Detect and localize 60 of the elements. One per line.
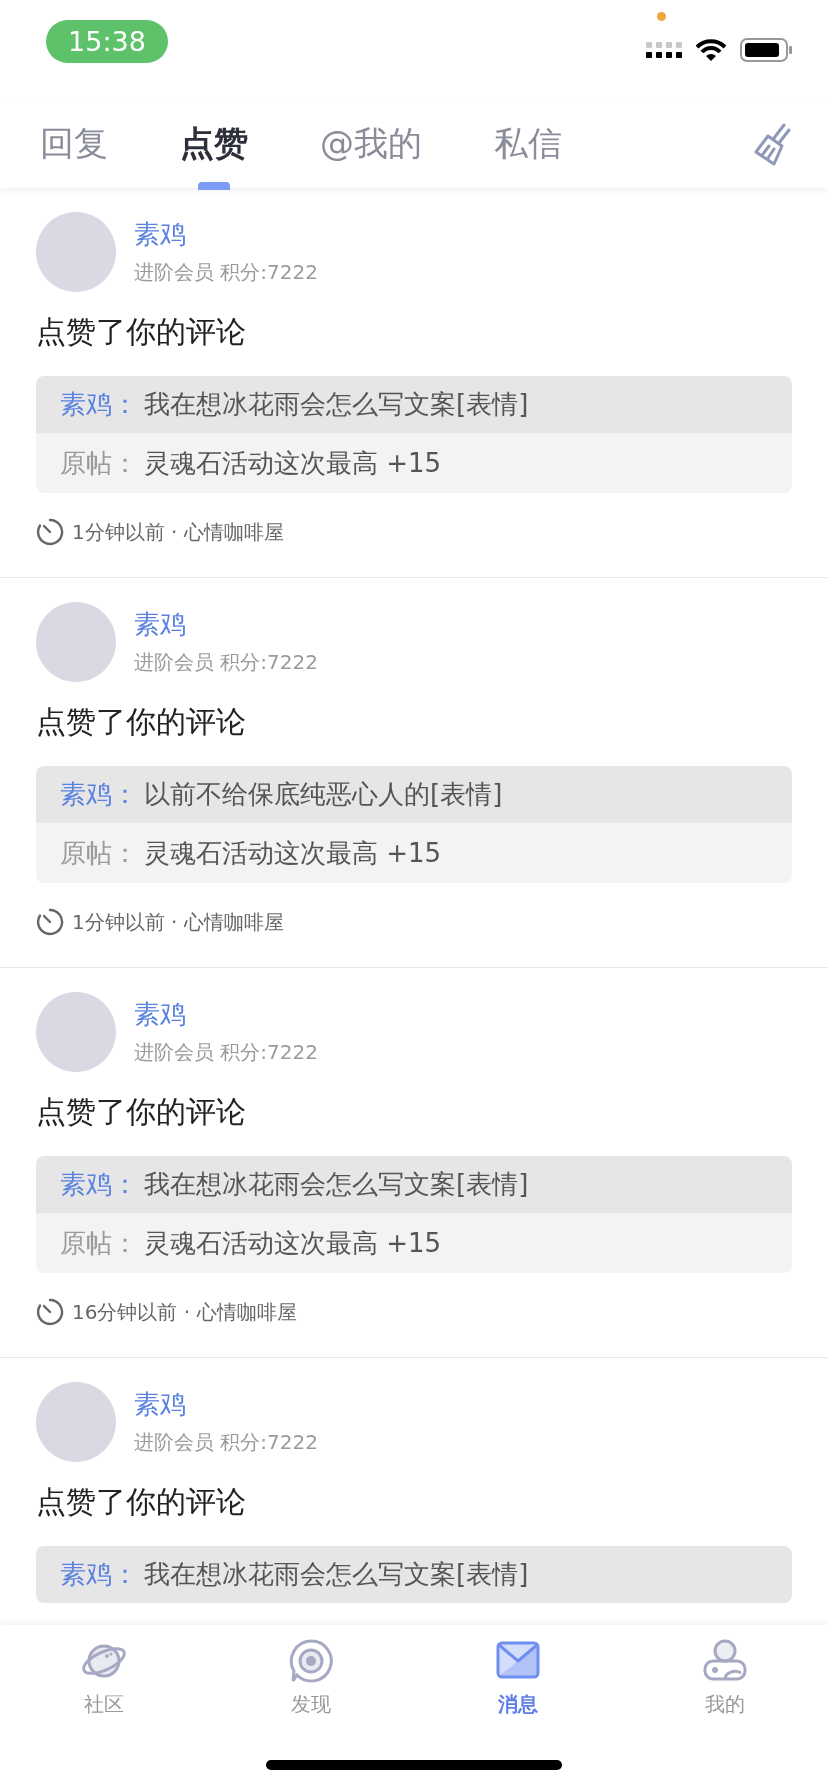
action-text: 点赞了你的评论 <box>36 313 247 351</box>
battery-icon <box>740 38 792 62</box>
tab[interactable]: @我的 <box>308 100 434 188</box>
clear-broom-button[interactable] <box>752 122 792 166</box>
original-post-label: 原帖： <box>60 836 138 870</box>
tab[interactable]: 点赞 <box>168 100 260 188</box>
avatar[interactable] <box>36 1382 116 1462</box>
username[interactable]: 素鸡 <box>134 997 318 1031</box>
username[interactable]: 素鸡 <box>134 1387 318 1421</box>
clock-icon <box>36 518 64 546</box>
member-info: 进阶会员 积分:7222 <box>134 649 318 676</box>
original-post-label: 原帖： <box>60 446 138 480</box>
member-info: 进阶会员 积分:7222 <box>134 259 318 286</box>
comment-author: 素鸡： <box>60 388 138 421</box>
comment-author: 素鸡： <box>60 1168 138 1201</box>
comment-author: 素鸡： <box>60 778 138 811</box>
avatar[interactable] <box>36 992 116 1072</box>
original-post-label: 原帖： <box>60 1226 138 1260</box>
nav-item[interactable]: 消息 <box>414 1625 621 1719</box>
original-post-title: 灵魂石活动这次最高 +15 <box>144 836 442 870</box>
member-info: 进阶会员 积分:7222 <box>134 1429 318 1456</box>
quoted-comment-row[interactable]: 素鸡： 以前不给保底纯恶心人的[表情] <box>36 766 792 823</box>
action-text: 点赞了你的评论 <box>36 1483 247 1521</box>
avatar[interactable] <box>36 212 116 292</box>
time-and-forum: 16分钟以前 · 心情咖啡屋 <box>72 1299 297 1326</box>
member-info: 进阶会员 积分:7222 <box>134 1039 318 1066</box>
time-and-forum: 1分钟以前 · 心情咖啡屋 <box>72 519 284 546</box>
signal-icon <box>646 40 682 60</box>
comment-text: 我在想冰花雨会怎么写文案[表情] <box>144 388 529 421</box>
action-text: 点赞了你的评论 <box>36 703 247 741</box>
tab[interactable]: 私信 <box>482 100 574 188</box>
comment-text: 我在想冰花雨会怎么写文案[表情] <box>144 1168 529 1201</box>
original-post-title: 灵魂石活动这次最高 +15 <box>144 446 442 480</box>
time-and-forum: 1分钟以前 · 心情咖啡屋 <box>72 909 284 936</box>
broom-icon <box>752 122 792 166</box>
comment-text: 我在想冰花雨会怎么写文案[表情] <box>144 1558 529 1591</box>
original-post-row[interactable]: 原帖： 灵魂石活动这次最高 +15 <box>36 1213 792 1273</box>
username[interactable]: 素鸡 <box>134 217 318 251</box>
action-text: 点赞了你的评论 <box>36 1093 247 1131</box>
comment-text: 以前不给保底纯恶心人的[表情] <box>144 778 503 811</box>
wifi-icon <box>696 39 726 61</box>
clock-icon <box>36 908 64 936</box>
nav-item[interactable]: 我的 <box>621 1625 828 1719</box>
home-indicator[interactable] <box>266 1760 562 1770</box>
active-tab-indicator <box>198 182 230 190</box>
username[interactable]: 素鸡 <box>134 607 318 641</box>
quoted-comment-row[interactable]: 素鸡： 我在想冰花雨会怎么写文案[表情] <box>36 1156 792 1213</box>
original-post-row[interactable]: 原帖： 灵魂石活动这次最高 +15 <box>36 433 792 493</box>
quoted-comment-row[interactable]: 素鸡： 我在想冰花雨会怎么写文案[表情] <box>36 1546 792 1603</box>
clock-icon <box>36 1298 64 1326</box>
original-post-row[interactable]: 原帖： 灵魂石活动这次最高 +15 <box>36 823 792 883</box>
avatar[interactable] <box>36 602 116 682</box>
quoted-comment-row[interactable]: 素鸡： 我在想冰花雨会怎么写文案[表情] <box>36 376 792 433</box>
original-post-title: 灵魂石活动这次最高 +15 <box>144 1226 442 1260</box>
tab[interactable]: 回复 <box>28 100 120 188</box>
privacy-indicator-dot <box>657 12 666 21</box>
time-pill: 15:38 <box>46 20 168 63</box>
comment-author: 素鸡： <box>60 1558 138 1591</box>
nav-item[interactable]: 发现 <box>207 1625 414 1719</box>
nav-item[interactable]: 社区 <box>0 1625 207 1719</box>
